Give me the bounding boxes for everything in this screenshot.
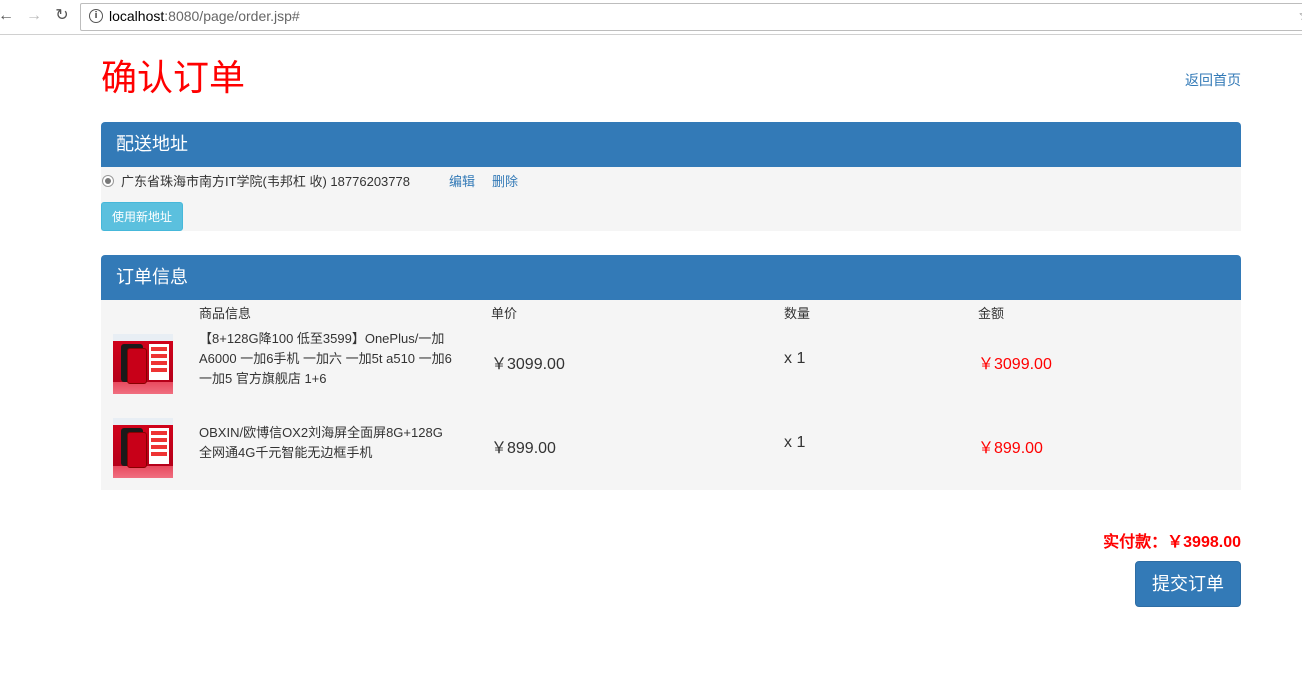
reload-icon[interactable]: ↻	[52, 6, 72, 26]
product-quantity: x 1	[784, 434, 806, 451]
product-name[interactable]: OBXIN/欧博信OX2刘海屏全面屏8G+128G全网通4G千元智能无边框手机	[199, 423, 454, 463]
product-amount: ￥899.00	[978, 440, 1043, 457]
info-icon[interactable]: i	[89, 9, 103, 23]
address-radio[interactable]	[102, 175, 114, 187]
delete-address-link[interactable]: 删除	[492, 173, 518, 191]
use-new-address-button[interactable]: 使用新地址	[101, 202, 183, 231]
column-header-product: 商品信息	[199, 306, 252, 321]
product-thumbnail[interactable]	[113, 418, 173, 478]
browser-toolbar: ← → ↻ i localhost:8080/page/order.jsp# ☆	[0, 0, 1302, 35]
order-panel-body: 商品信息 单价 数量 金额 【8+128G降100 低至3599】OnePlus…	[101, 300, 1241, 490]
product-quantity: x 1	[784, 350, 806, 367]
address-panel-title: 配送地址	[116, 134, 188, 154]
url-text[interactable]: localhost:8080/page/order.jsp#	[109, 8, 300, 24]
address-panel-heading: 配送地址	[101, 122, 1241, 167]
product-thumbnail[interactable]	[113, 334, 173, 394]
back-arrow-icon[interactable]: ←	[0, 6, 16, 26]
edit-address-link[interactable]: 编辑	[449, 173, 475, 191]
url-path: :8080/page/order.jsp#	[164, 8, 300, 24]
column-header-quantity: 数量	[784, 306, 811, 321]
product-unit-price: ￥3099.00	[491, 356, 565, 373]
column-header-price: 单价	[491, 306, 518, 321]
product-amount: ￥3099.00	[978, 356, 1052, 373]
forward-arrow-icon[interactable]: →	[24, 6, 44, 26]
address-row: 广东省珠海市南方IT学院(韦邦杠 收) 18776203778 编辑 删除	[101, 173, 1241, 191]
order-panel-heading: 订单信息	[101, 255, 1241, 300]
total-payment: 实付款：￥3998.00	[1103, 534, 1241, 551]
product-unit-price: ￥899.00	[491, 440, 556, 457]
back-home-link[interactable]: 返回首页	[1185, 70, 1241, 90]
order-panel-title: 订单信息	[116, 267, 188, 287]
address-panel-body: 广东省珠海市南方IT学院(韦邦杠 收) 18776203778 编辑 删除 使用…	[101, 167, 1241, 231]
product-name[interactable]: 【8+128G降100 低至3599】OnePlus/一加 A6000 一加6手…	[199, 329, 459, 389]
submit-order-button[interactable]: 提交订单	[1135, 561, 1241, 607]
address-bar[interactable]: i localhost:8080/page/order.jsp# ☆	[80, 3, 1302, 31]
page-title: 确认订单	[101, 57, 246, 98]
url-host: localhost	[109, 8, 165, 24]
address-text: 广东省珠海市南方IT学院(韦邦杠 收) 18776203778	[121, 174, 410, 189]
bookmark-star-icon[interactable]: ☆	[1298, 7, 1302, 24]
column-header-amount: 金额	[978, 306, 1005, 321]
